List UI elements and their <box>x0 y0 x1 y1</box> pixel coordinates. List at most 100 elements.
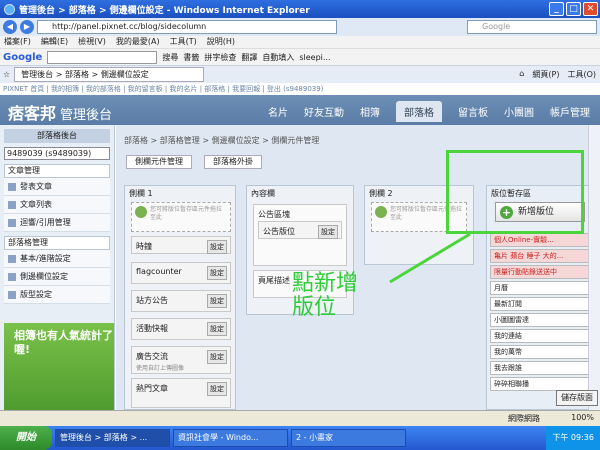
translate-button[interactable]: 翻譯 <box>241 52 257 63</box>
section-articles[interactable]: 文章管理 <box>4 164 110 178</box>
back-icon[interactable]: ◀ <box>3 20 17 34</box>
palette-item[interactable]: 限量行動貼錄送送中 <box>490 265 589 279</box>
column-title: 內容欄 <box>251 189 275 198</box>
sidebar-item-label: 側邊欄位設定 <box>20 272 68 281</box>
nav-card[interactable]: 名片 <box>268 104 288 122</box>
widget-label: 廣告交流 <box>136 352 168 361</box>
spellcheck-button[interactable]: 拼字檢查 <box>204 52 236 63</box>
google-logo: Google <box>3 51 43 63</box>
blog-select[interactable]: 9489039 (s9489039) <box>4 147 110 160</box>
widget-flagcounter[interactable]: flagcounter 設定 <box>131 262 231 284</box>
forward-icon[interactable]: ▶ <box>20 20 34 34</box>
maximize-button[interactable]: □ <box>566 2 581 16</box>
google-search-button[interactable]: 搜尋 <box>162 52 178 63</box>
page-scrollbar[interactable] <box>588 125 600 410</box>
browser-tab[interactable]: 管理後台 > 部落格 > 側邊欄位設定 <box>14 67 205 82</box>
widget-notice[interactable]: 站方公告 設定 <box>131 290 231 312</box>
menu-file[interactable]: 檔案(F) <box>4 36 31 48</box>
google-search-input[interactable] <box>47 50 158 64</box>
widget-clock[interactable]: 時鐘 設定 <box>131 236 231 254</box>
tab-plugins[interactable]: 部落格外掛 <box>204 155 262 169</box>
sidebar: 部落格後台 9489039 (s9489039) 文章管理 發表文章 文章列表 … <box>0 125 115 411</box>
widget-label: 時鐘 <box>136 242 152 251</box>
minimize-button[interactable]: _ <box>549 2 564 16</box>
widget-announcement-block[interactable]: 公告區塊 公告版位 設定 <box>253 204 347 266</box>
zoom-level[interactable]: 100% <box>571 413 594 422</box>
menu-tools[interactable]: 工具(T) <box>170 36 197 48</box>
palette-item[interactable]: 月曆 <box>490 281 589 295</box>
window-title: 管理後台 > 部落格 > 側邊欄位設定 - Windows Internet E… <box>19 5 310 16</box>
sidebar-item-settings[interactable]: 基本/進階設定 <box>4 250 110 268</box>
comment-icon <box>8 219 16 227</box>
nav-album[interactable]: 相簿 <box>360 104 380 122</box>
nav-friends[interactable]: 好友互動 <box>304 104 344 122</box>
breadcrumb: 部落格 > 部落格管理 > 側邊欄位設定 > 側欄元件管理 <box>124 136 320 145</box>
menu-view[interactable]: 檢視(V) <box>78 36 106 48</box>
search-input[interactable]: Google <box>467 20 597 34</box>
user-account[interactable]: sleepi... <box>299 53 330 62</box>
page-menu[interactable]: 網頁(P) <box>532 69 559 80</box>
palette-item[interactable]: 我的萬幣 <box>490 345 589 359</box>
tab-bar: ☆ 管理後台 > 部落格 > 側邊欄位設定 ⌂ 網頁(P) 工具(O) <box>0 65 600 83</box>
sidebar-item-comments[interactable]: 迴響/引用管理 <box>4 214 110 232</box>
nav-group[interactable]: 小團圓 <box>504 104 534 122</box>
window-titlebar: 管理後台 > 部落格 > 側邊欄位設定 - Windows Internet E… <box>0 0 600 18</box>
url-field[interactable]: http://panel.pixnet.cc/blog/sidecolumn <box>37 20 337 34</box>
pixnet-toplinks[interactable]: PIXNET 首頁 | 我的相簿 | 我的部落格 | 我的留言板 | 我的名片 … <box>0 83 600 95</box>
logo-text: 痞客邦 <box>8 104 57 123</box>
sidebar-item-sidecolumn[interactable]: 側邊欄位設定 <box>4 268 110 286</box>
nav-blog[interactable]: 部落格 <box>396 101 442 122</box>
annotation-highlight-box <box>446 150 584 234</box>
menu-bar: 檔案(F) 編輯(E) 檢視(V) 我的最愛(A) 工具(T) 說明(H) <box>0 36 600 48</box>
pixnet-logo[interactable]: 痞客邦 管理後台 <box>8 100 112 124</box>
bookmarks-button[interactable]: 書籤 <box>183 52 199 63</box>
widget-ad-exchange[interactable]: 廣告交流 設定使用自訂上傳圖像 <box>131 346 231 374</box>
save-layout-button[interactable]: 儲存版面 <box>556 390 598 406</box>
palette-item[interactable]: 我的連結 <box>490 329 589 343</box>
close-button[interactable]: ✕ <box>583 2 598 16</box>
favorites-star-icon[interactable]: ☆ <box>3 70 10 79</box>
sidebar-item-post[interactable]: 發表文章 <box>4 178 110 196</box>
widget-setting-button[interactable]: 設定 <box>207 382 227 396</box>
sidebar-item-label: 文章列表 <box>20 200 52 209</box>
task-paint[interactable]: 2 - 小畫家 <box>291 429 406 447</box>
widget-setting-button[interactable]: 設定 <box>207 322 227 336</box>
dropzone[interactable]: 您可將版位暫存區元件拖拉至此 <box>131 202 231 232</box>
palette-item[interactable]: 小圖圖雷達 <box>490 313 589 327</box>
tools-menu[interactable]: 工具(O) <box>567 69 596 80</box>
widget-announcement[interactable]: 公告版位 設定 <box>258 221 342 239</box>
palette-item[interactable]: 亀片 蘋台 睡子 大的... <box>490 249 589 263</box>
sidebar-item-theme[interactable]: 版型設定 <box>4 286 110 304</box>
menu-help[interactable]: 說明(H) <box>207 36 235 48</box>
widget-setting-button[interactable]: 設定 <box>207 294 227 308</box>
palette-item[interactable]: 個人Online-實驗... <box>490 233 589 247</box>
section-blog-manage[interactable]: 部落格管理 <box>4 236 110 250</box>
widget-setting-button[interactable]: 設定 <box>207 240 227 254</box>
widget-popular[interactable]: 熱門文章 設定 <box>131 378 231 408</box>
home-icon[interactable]: ⌂ <box>519 69 524 80</box>
promo-banner[interactable]: 相簿也有人氣統計了喔! <box>4 323 114 411</box>
widget-note: 使用自訂上傳圖像 <box>136 365 185 372</box>
widget-setting-button[interactable]: 設定 <box>207 350 227 364</box>
logo-subtitle: 管理後台 <box>60 108 113 123</box>
palette-item[interactable]: 我去跟誰 <box>490 361 589 375</box>
menu-favorites[interactable]: 我的最愛(A) <box>116 36 160 48</box>
sidebar-item-label: 發表文章 <box>20 182 52 191</box>
task-ie[interactable]: 管理後台 > 部落格 > ... <box>55 429 170 447</box>
address-bar: ◀ ▶ http://panel.pixnet.cc/blog/sidecolu… <box>0 18 600 36</box>
widget-setting-button[interactable]: 設定 <box>318 225 338 239</box>
sidebar-item-list[interactable]: 文章列表 <box>4 196 110 214</box>
palette-item[interactable]: 碎碎相聯播 <box>490 377 589 391</box>
task-word[interactable]: 資訊社會學 - Windo... <box>173 429 288 447</box>
drag-arrow-icon <box>135 206 147 218</box>
nav-guestbook[interactable]: 留言板 <box>458 104 488 122</box>
nav-account[interactable]: 帳戶管理 <box>550 104 590 122</box>
top-nav: 名片 好友互動 相簿 部落格 留言板 小團圓 帳戶管理 <box>268 101 590 122</box>
palette-item[interactable]: 最新訂閱 <box>490 297 589 311</box>
widget-setting-button[interactable]: 設定 <box>207 266 227 280</box>
autofill-button[interactable]: 自動填入 <box>262 52 294 63</box>
start-button[interactable]: 開始 <box>0 426 52 450</box>
widget-events[interactable]: 活動快報 設定 <box>131 318 231 340</box>
tab-widget-manage[interactable]: 側欄元件管理 <box>126 155 192 169</box>
menu-edit[interactable]: 編輯(E) <box>41 36 68 48</box>
